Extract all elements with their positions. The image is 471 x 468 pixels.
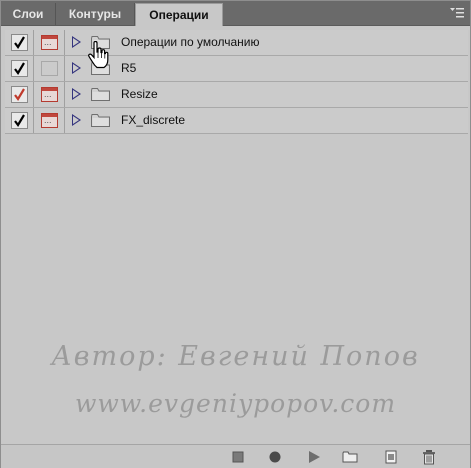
record-icon[interactable] <box>267 449 283 465</box>
folder-icon <box>91 114 110 127</box>
action-set-label: Операции по умолчанию <box>121 35 260 49</box>
folder-icon[interactable] <box>342 449 358 465</box>
dialog-cell <box>34 56 65 81</box>
dialog-toggle-icon[interactable] <box>41 35 58 50</box>
panel-menu-icon[interactable] <box>450 7 464 19</box>
toggle-cell <box>5 56 34 81</box>
dialog-toggle-icon[interactable] <box>41 61 58 76</box>
toggle-cell <box>5 30 34 55</box>
action-set-row[interactable]: Операции по умолчанию <box>5 30 468 56</box>
website-watermark: www.evgeniypopov.com <box>74 389 397 418</box>
expand-triangle-icon[interactable] <box>72 88 81 100</box>
action-set-row[interactable]: R5 <box>5 56 468 82</box>
toggle-checkbox[interactable] <box>11 112 28 129</box>
action-set-label: R5 <box>121 61 137 75</box>
play-icon[interactable] <box>306 449 322 465</box>
tab-paths[interactable]: Контуры <box>56 3 135 25</box>
dialog-cell <box>34 82 65 107</box>
action-set-row[interactable]: FX_discrete <box>5 108 468 134</box>
tab-bar: Слои Контуры Операции <box>1 1 470 26</box>
toggle-cell <box>5 108 34 133</box>
toggle-checkbox[interactable] <box>11 86 28 103</box>
actions-list: Операции по умолчанию R5 <box>5 30 468 135</box>
action-set-label: Resize <box>121 87 158 101</box>
tab-layers[interactable]: Слои <box>1 3 56 25</box>
dialog-toggle-icon[interactable] <box>41 87 58 102</box>
author-watermark: Автор: Евгений Попов <box>51 341 420 372</box>
expand-triangle-icon[interactable] <box>72 62 81 74</box>
toggle-cell <box>5 82 34 107</box>
new-action-icon[interactable] <box>383 449 399 465</box>
folder-icon <box>91 88 110 101</box>
trash-icon[interactable] <box>421 449 437 465</box>
expand-triangle-icon[interactable] <box>72 114 81 126</box>
action-set-label: FX_discrete <box>121 113 186 127</box>
actions-toolbar <box>1 444 470 468</box>
hand-cursor-icon <box>88 41 109 69</box>
tab-actions[interactable]: Операции <box>135 3 223 26</box>
dialog-cell <box>34 30 65 55</box>
dialog-cell <box>34 108 65 133</box>
dialog-toggle-icon[interactable] <box>41 113 58 128</box>
toggle-checkbox[interactable] <box>11 60 28 77</box>
action-set-row[interactable]: Resize <box>5 82 468 108</box>
actions-panel: Слои Контуры Операции ... Операции по ум… <box>0 0 471 468</box>
toggle-checkbox[interactable] <box>11 34 28 51</box>
stop-icon[interactable] <box>230 449 246 465</box>
expand-triangle-icon[interactable] <box>72 36 81 48</box>
